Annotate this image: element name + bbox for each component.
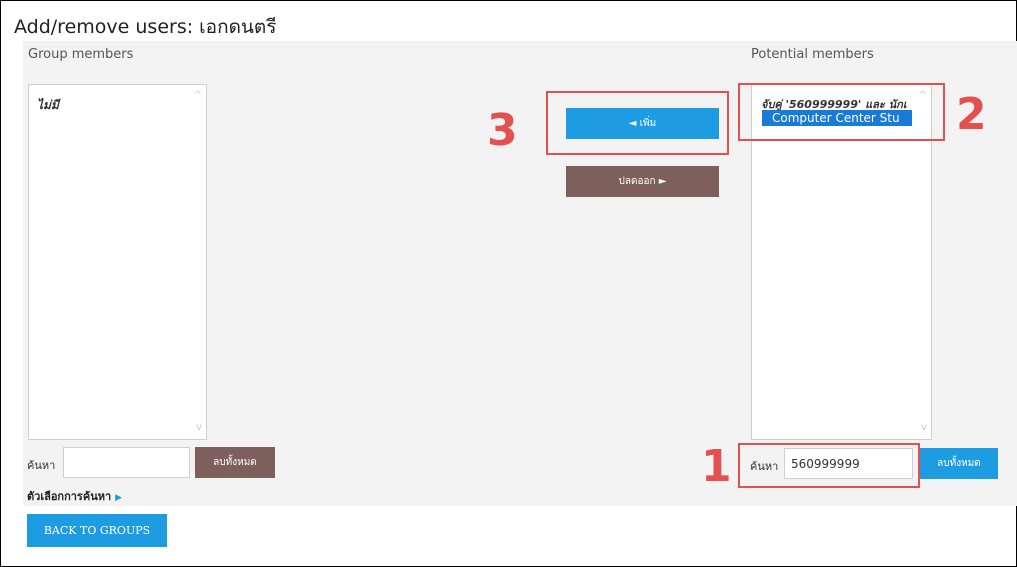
potential-members-heading: Potential members (751, 47, 874, 62)
step-2-highlight (738, 83, 945, 141)
step-3-number: 3 (487, 105, 518, 156)
step-1-number: 1 (701, 441, 732, 492)
triangle-right-icon: ▶ (115, 493, 123, 503)
scroll-down-icon[interactable]: v (196, 423, 202, 433)
back-to-groups-button[interactable]: BACK TO GROUPS (27, 514, 167, 547)
step-1-highlight (738, 443, 920, 488)
scroll-down-icon[interactable]: v (921, 423, 927, 433)
step-3-highlight (546, 91, 729, 155)
scroll-up-icon[interactable]: ^ (194, 91, 202, 101)
no-members-option: ไม่มี (37, 98, 59, 112)
group-members-clear-button[interactable]: ลบทั้งหมด (195, 447, 275, 478)
page-frame: Add/remove users: เอกดนตรี Group members… (0, 0, 1017, 567)
group-members-search-input[interactable] (63, 447, 190, 478)
potential-members-clear-button[interactable]: ลบทั้งหมด (920, 448, 998, 479)
step-2-number: 2 (956, 89, 987, 140)
remove-button[interactable]: ปลดออก ► (566, 166, 719, 197)
group-members-list[interactable]: ไม่มี ^ v (28, 84, 207, 440)
search-options-toggle[interactable]: ตัวเลือกการค้นหา ▶ (27, 487, 122, 505)
group-members-heading: Group members (28, 47, 134, 62)
page-title: Add/remove users: เอกดนตรี (14, 16, 277, 38)
search-options-label: ตัวเลือกการค้นหา (27, 490, 112, 503)
group-members-search-label: ค้นหา (27, 459, 56, 472)
